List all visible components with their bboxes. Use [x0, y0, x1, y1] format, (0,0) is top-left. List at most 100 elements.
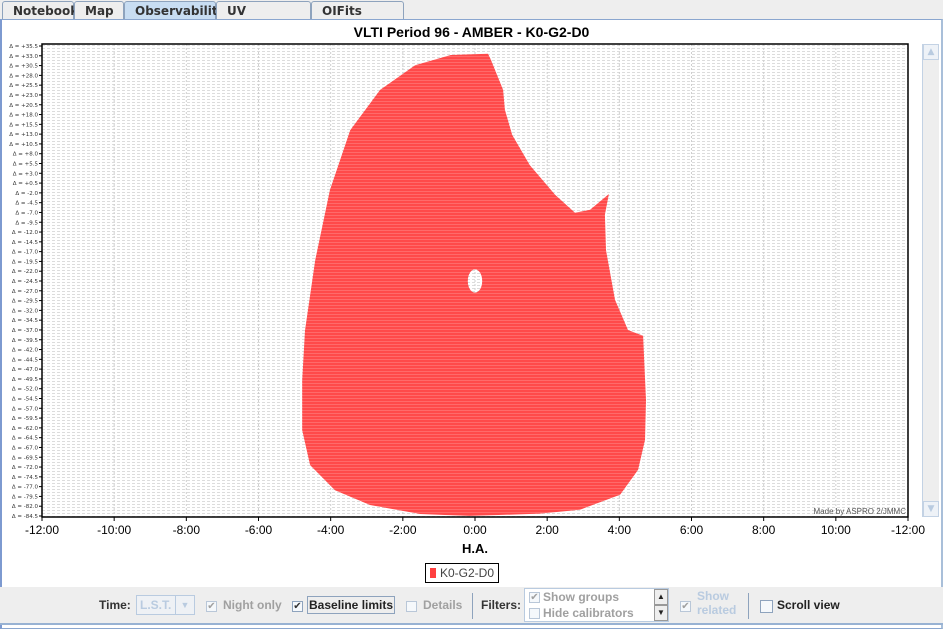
show-groups-checkbox[interactable]: ✔ [529, 592, 540, 603]
hide-calibrators-label: Hide calibrators [543, 606, 634, 620]
scroll-view-label: Scroll view [777, 598, 840, 612]
y-tick-label: Δ = -2.0 [15, 191, 38, 197]
y-tick-label: Δ = -34.5 [12, 318, 39, 324]
y-tick-label: Δ = -24.5 [12, 279, 39, 285]
y-tick-label: Δ = -69.5 [12, 455, 39, 461]
x-tick-label: -4:00 [317, 523, 345, 537]
observability-chart: Δ = +35.5 Δ = +33.0 Δ = +30.5 Δ = +28.0 Δ = … [9, 43, 925, 556]
filters-list[interactable]: ✔ Show groups Hide calibrators ▲ ▼ [524, 588, 669, 622]
y-tick-label: Δ = -59.5 [12, 416, 39, 422]
x-tick-label: 10:00 [821, 523, 851, 537]
time-select-value: L.S.T. [140, 598, 172, 612]
y-tick-label: Δ = -22.0 [12, 269, 39, 275]
y-tick-label: Δ = -52.0 [12, 387, 39, 393]
y-tick-label: Δ = -4.5 [15, 201, 38, 207]
y-tick-label: Δ = +23.0 [9, 93, 38, 99]
y-tick-label: Δ = -54.5 [12, 397, 39, 403]
y-tick-label: Δ = +15.5 [9, 122, 38, 128]
x-tick-label: 4:00 [608, 523, 632, 537]
x-tick-label: 0:00 [463, 523, 487, 537]
y-tick-label: Δ = -44.5 [12, 357, 39, 363]
filters-scroll-up-button[interactable]: ▲ [654, 589, 668, 605]
vertical-scrollbar[interactable]: ▲ ▼ [922, 44, 939, 517]
y-tick-label: Δ = -67.0 [12, 445, 39, 451]
x-tick-label: -2:00 [389, 523, 417, 537]
y-tick-label: Δ = -37.0 [12, 328, 39, 334]
y-tick-label: Δ = -12.0 [12, 230, 39, 236]
y-tick-label: Δ = -32.0 [12, 308, 39, 314]
time-select[interactable]: L.S.T. ▼ [136, 595, 195, 615]
y-tick-label: Δ = -57.0 [12, 406, 39, 412]
arrow-up-icon: ▲ [657, 592, 665, 601]
y-tick-label: Δ = +13.0 [9, 132, 38, 138]
x-tick-label: -6:00 [245, 523, 273, 537]
arrow-up-icon: ▲ [927, 47, 935, 57]
y-tick-label: Δ = +8.0 [13, 152, 39, 158]
y-tick-label: Δ = -49.5 [12, 377, 39, 383]
scroll-view-checkbox[interactable] [760, 600, 773, 613]
watermark: Made by ASPRO 2/JMMC [814, 507, 907, 516]
show-groups-label: Show groups [543, 590, 619, 604]
y-tick-label: Δ = -27.0 [12, 289, 39, 295]
y-tick-label: Δ = -47.0 [12, 367, 39, 373]
y-tick-label: Δ = +28.0 [9, 73, 38, 79]
show-related-line2: related [697, 603, 737, 617]
y-tick-label: Δ = -74.5 [12, 475, 39, 481]
toolbar-separator [472, 593, 473, 619]
y-tick-label: Δ = -84.5 [12, 514, 39, 520]
filters-scroll-down-button[interactable]: ▼ [654, 605, 668, 621]
hide-calibrators-checkbox[interactable] [529, 608, 540, 619]
x-tick-label: 6:00 [680, 523, 704, 537]
y-tick-label: Δ = +0.5 [13, 181, 39, 187]
y-tick-label: Δ = +10.5 [9, 142, 38, 148]
show-related-label: Show related [697, 589, 736, 617]
bottom-toolbar: Time: L.S.T. ▼ ✔ Night only ✔ Baseline l… [0, 587, 943, 625]
y-tick-label: Δ = -39.5 [12, 338, 39, 344]
y-tick-label: Δ = -42.0 [12, 348, 39, 354]
x-axis-label: H.A. [462, 541, 488, 556]
y-tick-label: Δ = -29.5 [12, 299, 39, 305]
show-related-line1: Show [697, 589, 729, 603]
y-tick-label: Δ = +3.0 [13, 171, 39, 177]
details-label: Details [423, 598, 463, 612]
y-tick-label: Δ = -72.0 [12, 465, 39, 471]
y-tick-label: Δ = -9.5 [15, 220, 38, 226]
y-tick-label: Δ = -17.0 [12, 250, 39, 256]
time-label: Time: [99, 598, 131, 612]
night-only-checkbox[interactable]: ✔ [206, 601, 217, 612]
chart-legend: K0-G2-D0 [425, 563, 500, 583]
y-tick-label: Δ = +20.5 [9, 103, 38, 109]
legend-label: K0-G2-D0 [440, 566, 495, 580]
y-tick-label: Δ = +35.5 [9, 44, 38, 50]
x-tick-label: -8:00 [173, 523, 201, 537]
x-tick-label: -12:00 [891, 523, 925, 537]
scroll-down-button[interactable]: ▼ [923, 501, 939, 517]
arrow-down-icon: ▼ [927, 504, 935, 514]
y-tick-label: Δ = -82.0 [12, 504, 39, 510]
legend-swatch [430, 568, 436, 578]
baseline-limits-label: Baseline limits [307, 596, 396, 614]
chevron-down-icon: ▼ [175, 596, 194, 614]
details-checkbox[interactable] [406, 601, 417, 612]
y-tick-label: Δ = +30.5 [9, 64, 38, 70]
y-tick-label: Δ = +33.0 [9, 54, 38, 60]
x-tick-label: 8:00 [752, 523, 776, 537]
show-related-checkbox[interactable]: ✔ [680, 601, 691, 612]
toolbar-separator [748, 593, 749, 619]
night-only-label: Night only [223, 598, 282, 612]
x-tick-label: -12:00 [25, 523, 59, 537]
y-tick-label: Δ = -14.5 [12, 240, 39, 246]
y-tick-label: Δ = +18.0 [9, 113, 38, 119]
y-tick-label: Δ = -64.5 [12, 436, 39, 442]
filters-label: Filters: [481, 598, 522, 612]
y-tick-label: Δ = -62.0 [12, 426, 39, 432]
baseline-limits-checkbox[interactable]: ✔ [292, 601, 303, 612]
x-tick-label: 2:00 [535, 523, 559, 537]
y-tick-label: Δ = +25.5 [9, 83, 38, 89]
y-tick-label: Δ = -7.0 [15, 210, 38, 216]
arrow-down-icon: ▼ [657, 608, 665, 617]
y-tick-label: Δ = -77.0 [12, 485, 39, 491]
y-tick-label: Δ = +5.5 [13, 162, 39, 168]
y-tick-label: Δ = -19.5 [12, 259, 39, 265]
scroll-up-button[interactable]: ▲ [923, 44, 939, 60]
